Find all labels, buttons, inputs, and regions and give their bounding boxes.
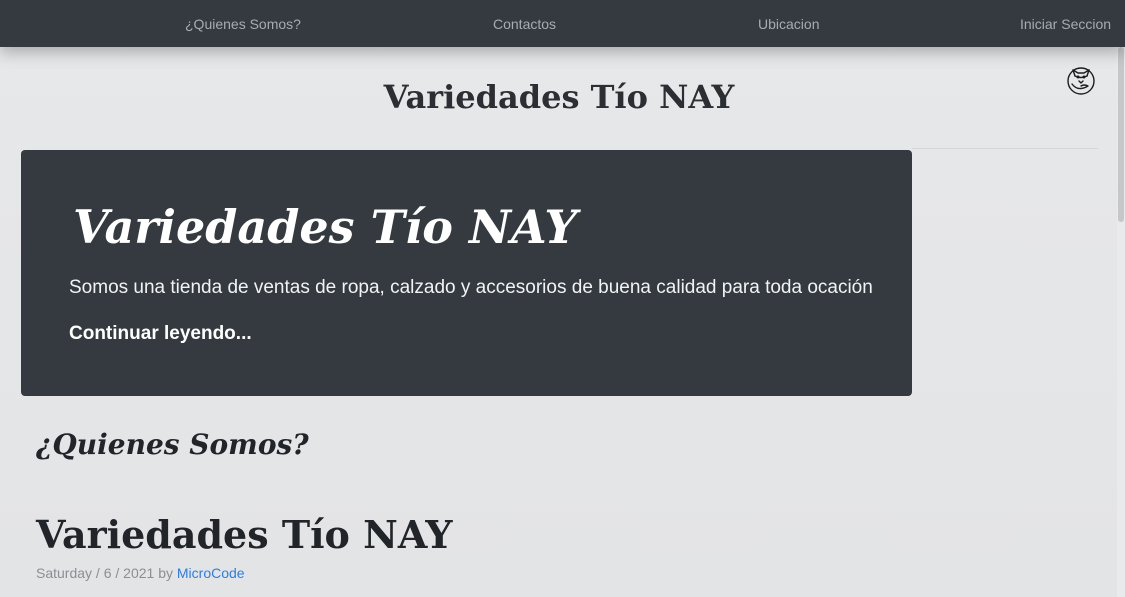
continue-reading-link[interactable]: Continuar leyendo... — [69, 323, 252, 345]
top-navbar: ¿Quienes Somos? Contactos Ubicacion Inic… — [0, 0, 1125, 47]
page-scrollbar[interactable] — [1117, 47, 1125, 597]
section-heading: ¿Quienes Somos? — [36, 428, 309, 461]
post-date: Saturday / 6 / 2021 — [36, 565, 155, 581]
nav-link-ubicacion[interactable]: Ubicacion — [758, 16, 819, 32]
site-title: Variedades Tío NAY — [383, 78, 735, 116]
header-divider — [912, 148, 1098, 149]
nav-link-quienes-somos[interactable]: ¿Quienes Somos? — [185, 16, 301, 32]
post-author-link[interactable]: MicroCode — [177, 565, 245, 581]
nav-link-contactos[interactable]: Contactos — [493, 16, 556, 32]
jumbotron: Variedades Tío NAY Somos una tienda de v… — [21, 150, 912, 396]
fox-logo-icon[interactable] — [1064, 62, 1098, 96]
jumbotron-title: Variedades Tío NAY — [73, 200, 578, 254]
jumbotron-lead: Somos una tienda de ventas de ropa, calz… — [69, 277, 873, 298]
post-title: Variedades Tío NAY — [36, 512, 453, 557]
post-meta: Saturday / 6 / 2021 by MicroCode — [36, 565, 245, 581]
nav-link-iniciar-seccion[interactable]: Iniciar Seccion — [1020, 16, 1111, 32]
post-by: by — [158, 565, 173, 581]
scrollbar-thumb[interactable] — [1118, 47, 1124, 222]
